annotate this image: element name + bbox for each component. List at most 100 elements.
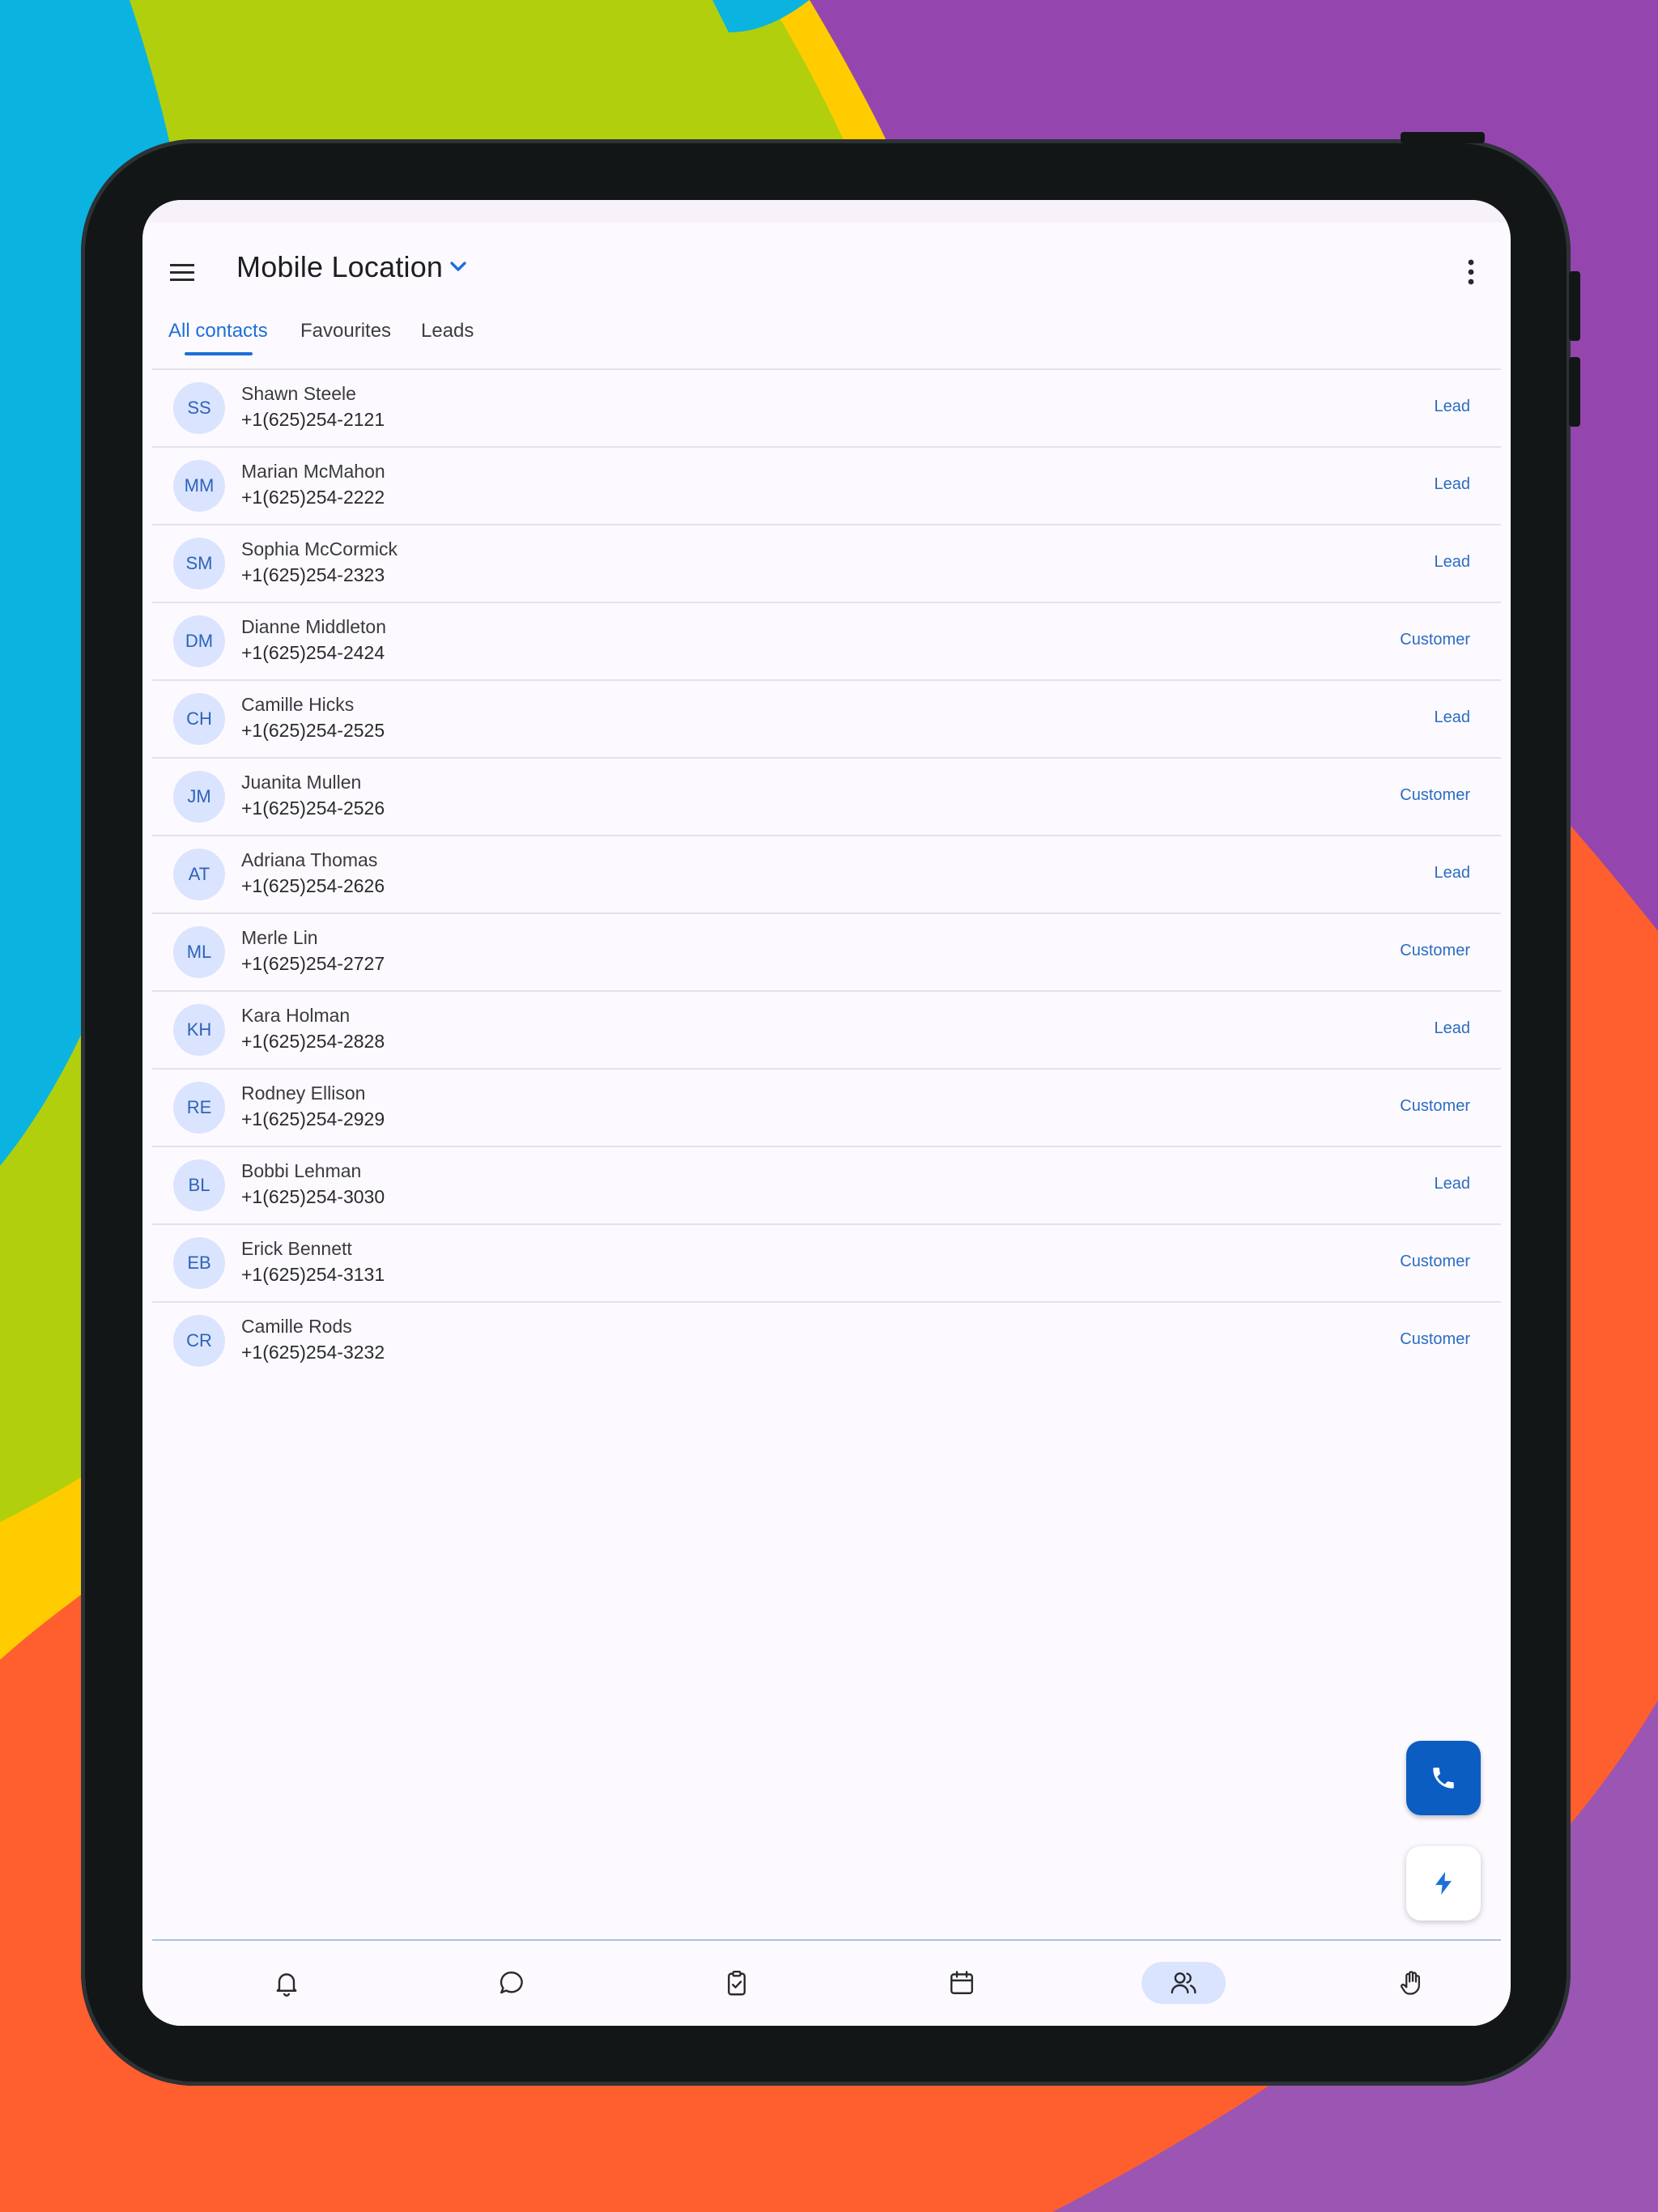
contact-type-badge: Customer [1400,1330,1470,1348]
contact-type-badge: Lead [1434,864,1471,882]
bell-icon [276,1973,297,1997]
contact-name: Adriana Thomas [241,849,378,870]
contact-type-badge: Lead [1434,708,1471,726]
contact-row[interactable]: SS Shawn Steele +1(625)254-2121 Lead [152,370,1501,448]
contact-phone: +1(625)254-2323 [241,564,385,585]
contact-row[interactable]: CR Camille Rods +1(625)254-3232 Customer [152,1303,1501,1379]
contact-type-badge: Customer [1400,1253,1470,1270]
contact-name: Sophia McCormick [241,538,397,559]
device-volume-up-button [1569,271,1580,341]
tab-all-contacts[interactable]: All contacts [168,313,268,370]
avatar: SS [173,382,225,434]
chat-bubble-icon [500,1972,523,1994]
contact-row[interactable]: RE Rodney Ellison +1(625)254-2929 Custom… [152,1070,1501,1147]
location-selector[interactable]: Mobile Location [236,250,467,284]
nav-availability[interactable] [1370,1962,1454,2004]
avatar: CR [173,1315,225,1367]
avatar: AT [173,849,225,900]
contact-phone: +1(625)254-3131 [241,1264,385,1285]
contact-row[interactable]: DM Dianne Middleton +1(625)254-2424 Cust… [152,603,1501,681]
nav-contacts[interactable] [1141,1962,1226,2004]
contact-name: Bobbi Lehman [241,1160,362,1181]
contact-phone: +1(625)254-2424 [241,642,385,663]
contact-phone: +1(625)254-2828 [241,1031,385,1052]
nav-tasks[interactable] [695,1962,779,2004]
contact-name: Camille Rods [241,1316,352,1337]
contact-phone: +1(625)254-2121 [241,409,385,430]
contact-type-badge: Lead [1434,553,1471,571]
contact-type-badge: Customer [1400,631,1470,649]
avatar: SM [173,538,225,589]
contact-type-badge: Lead [1434,1175,1471,1193]
contact-name: Dianne Middleton [241,616,387,637]
contact-type-badge: Lead [1434,1019,1471,1037]
avatar: KH [173,1004,225,1056]
contact-type-badge: Customer [1400,1097,1470,1115]
contact-row[interactable]: KH Kara Holman +1(625)254-2828 Lead [152,992,1501,1070]
contact-phone: +1(625)254-2526 [241,798,385,819]
nav-messages[interactable] [470,1962,554,2004]
avatar: DM [173,615,225,667]
avatar: CH [173,693,225,745]
status-bar [142,200,1511,223]
tab-favourites[interactable]: Favourites [300,313,391,370]
contact-phone: +1(625)254-3232 [241,1342,385,1363]
contact-tabs: All contacts Favourites Leads [142,313,1511,370]
nav-calendar[interactable] [920,1962,1004,2004]
contact-name: Juanita Mullen [241,772,362,793]
active-tab-indicator [185,352,253,355]
avatar: BL [173,1159,225,1211]
contact-row[interactable]: BL Bobbi Lehman +1(625)254-3030 Lead [152,1147,1501,1225]
contact-type-badge: Customer [1400,942,1470,959]
contact-type-badge: Customer [1400,786,1470,804]
avatar: MM [173,460,225,512]
contact-name: Camille Hicks [241,694,355,715]
raised-hand-icon [1401,1971,1420,1995]
contact-row[interactable]: CH Camille Hicks +1(625)254-2525 Lead [152,681,1501,759]
contact-name: Erick Bennett [241,1238,352,1259]
calendar-icon [950,1971,973,1994]
contact-name: Merle Lin [241,927,318,948]
contact-row[interactable]: MM Marian McMahon +1(625)254-2222 Lead [152,448,1501,525]
contact-phone: +1(625)254-2626 [241,875,385,896]
nav-notifications[interactable] [244,1962,329,2004]
bottom-navigation [152,1939,1501,2026]
avatar: EB [173,1237,225,1289]
contact-row[interactable]: AT Adriana Thomas +1(625)254-2626 Lead [152,836,1501,914]
contact-phone: +1(625)254-2222 [241,487,385,508]
contact-row[interactable]: ML Merle Lin +1(625)254-2727 Customer [152,914,1501,992]
page-title: Mobile Location [236,250,444,283]
device-screen: Mobile Location All contacts Favourites … [142,200,1511,2026]
contact-row[interactable]: EB Erick Bennett +1(625)254-3131 Custome… [152,1225,1501,1303]
more-vertical-icon [1468,259,1474,285]
contact-name: Shawn Steele [241,383,356,404]
tab-leads[interactable]: Leads [421,313,474,370]
contact-list: SS Shawn Steele +1(625)254-2121 Lead MM … [152,368,1501,1379]
quick-action-fab-button[interactable] [1406,1846,1481,1921]
contact-type-badge: Lead [1434,475,1471,493]
chevron-down-icon [450,262,466,271]
contact-name: Rodney Ellison [241,1083,366,1104]
contact-row[interactable]: SM Sophia McCormick +1(625)254-2323 Lead [152,525,1501,603]
contact-type-badge: Lead [1434,398,1471,415]
bolt-icon [1435,1871,1452,1895]
clipboard-check-icon [728,1970,746,1996]
contact-phone: +1(625)254-2525 [241,720,385,741]
menu-button[interactable] [164,253,201,291]
contacts-icon [1171,1972,1197,1994]
contact-phone: +1(625)254-3030 [241,1186,385,1207]
avatar: ML [173,926,225,978]
phone-icon [1433,1767,1454,1789]
contact-phone: +1(625)254-2929 [241,1108,385,1129]
app-bar: Mobile Location [142,223,1511,313]
more-options-button[interactable] [1452,253,1490,291]
device-top-button [1401,132,1485,143]
contact-name: Marian McMahon [241,461,385,482]
hamburger-menu-icon [170,264,194,281]
call-fab-button[interactable] [1406,1741,1481,1815]
contact-phone: +1(625)254-2727 [241,953,385,974]
contact-name: Kara Holman [241,1005,351,1026]
contact-row[interactable]: JM Juanita Mullen +1(625)254-2526 Custom… [152,759,1501,836]
avatar: RE [173,1082,225,1134]
avatar: JM [173,771,225,823]
